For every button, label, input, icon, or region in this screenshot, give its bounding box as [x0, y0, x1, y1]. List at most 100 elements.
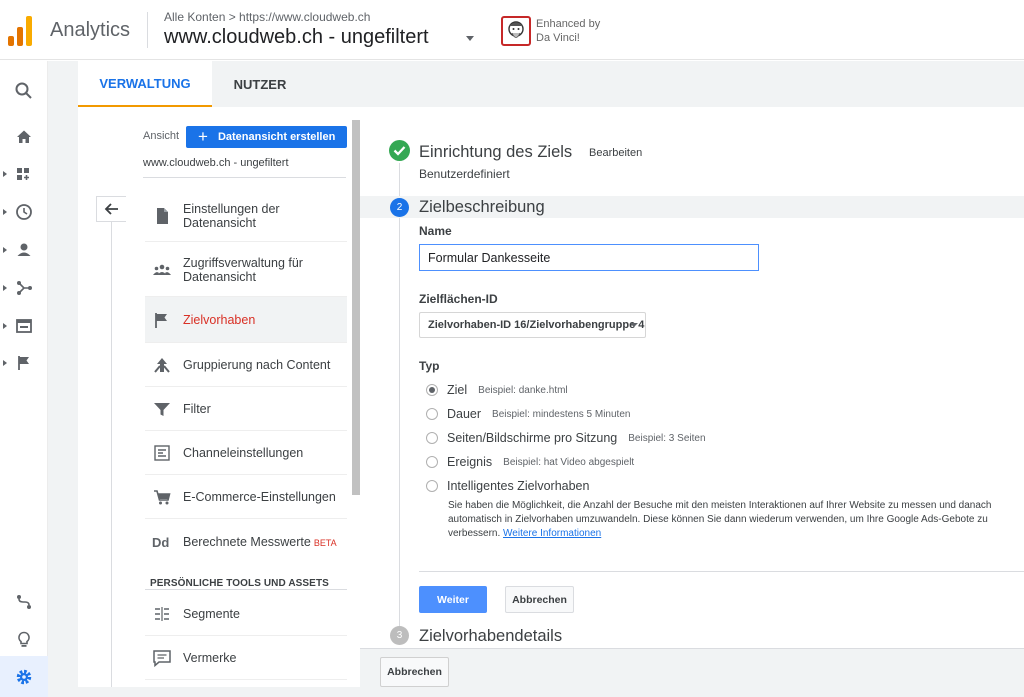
cart-icon: [152, 487, 172, 507]
cancel-button[interactable]: Abbrechen: [505, 586, 574, 613]
expand-caret-icon[interactable]: [3, 323, 7, 329]
caret-down-icon[interactable]: [630, 323, 638, 327]
radio-button[interactable]: [426, 480, 438, 492]
check-circle-icon: [389, 140, 410, 161]
route-icon[interactable]: [13, 591, 35, 613]
radio-button[interactable]: [426, 432, 438, 444]
radio-hint: Beispiel: mindestens 5 Minuten: [492, 408, 631, 420]
menu-item-label: Gruppierung nach Content: [183, 357, 331, 372]
menu-item-segments[interactable]: Segmente: [145, 592, 347, 636]
grouping-icon: [152, 355, 172, 375]
app-name[interactable]: Analytics: [50, 19, 130, 42]
radio-hint: Beispiel: hat Video abgespielt: [503, 456, 635, 468]
bottom-cancel-button[interactable]: Abbrechen: [380, 657, 449, 687]
radio-button[interactable]: [426, 384, 438, 396]
lightbulb-icon[interactable]: [13, 629, 35, 651]
goal-setup-panel: [360, 107, 1024, 648]
goal-id-label: Zielflächen-ID: [419, 292, 498, 306]
radio-label: Ziel: [447, 383, 468, 397]
continue-button[interactable]: Weiter: [419, 586, 487, 613]
menu-item-label-line-2: Datenansicht: [183, 215, 256, 230]
flag-icon[interactable]: [13, 352, 35, 374]
expand-caret-icon[interactable]: [3, 360, 7, 366]
radio-option-smart-goal[interactable]: Intelligentes Zielvorhaben: [426, 477, 589, 495]
menu-item-label: Filter: [183, 401, 211, 416]
section-divider: [145, 589, 347, 590]
gear-icon[interactable]: [13, 666, 35, 688]
menu-item-label-text: Berechnete Messwerte: [183, 534, 311, 549]
steps-connector-line: [399, 163, 400, 635]
expand-caret-icon[interactable]: [3, 209, 7, 215]
menu-item-label-line-1: Zugriffsverwaltung für: [183, 255, 303, 270]
behavior-icon[interactable]: [13, 315, 35, 337]
menu-item-label: E-Commerce-Einstellungen: [183, 489, 336, 504]
radio-label: Intelligentes Zielvorhaben: [447, 479, 590, 493]
step-goal-setup-value: Benutzerdefiniert: [419, 167, 510, 181]
menu-item-label: Channeleinstellungen: [183, 445, 304, 460]
beta-badge: BETA: [313, 537, 337, 548]
people-icon: [152, 260, 172, 280]
step-goal-setup-edit-link[interactable]: Bearbeiten: [589, 147, 642, 159]
plus-icon: +: [198, 127, 208, 146]
menu-item-ecommerce-settings[interactable]: E-Commerce-Einstellungen: [145, 475, 347, 519]
menu-item-label: Segmente: [183, 606, 240, 621]
menu-item-label: Zugriffsverwaltung für Datenansicht: [183, 256, 303, 284]
radio-option-pages-per-session[interactable]: Seiten/Bildschirme pro Sitzung Beispiel:…: [426, 429, 706, 447]
goal-id-select-value: Zielvorhaben-ID 16/Zielvorhabengruppe 4: [428, 319, 645, 331]
customization-icon[interactable]: [13, 163, 35, 185]
menu-item-label: Berechnete Messwerte BETA: [183, 535, 337, 550]
analytics-logo-icon[interactable]: [8, 16, 32, 46]
bottom-action-bar: [360, 648, 1024, 697]
radio-option-duration[interactable]: Dauer Beispiel: mindestens 5 Minuten: [426, 405, 630, 423]
section-title-personal-tools: PERSÖNLICHE TOOLS UND ASSETS: [150, 578, 329, 589]
menu-item-channel-settings[interactable]: Channeleinstellungen: [145, 431, 347, 475]
menu-item-filter[interactable]: Filter: [145, 387, 347, 431]
back-arrow-icon[interactable]: [96, 196, 126, 222]
menu-item-content-grouping[interactable]: Gruppierung nach Content: [145, 343, 347, 387]
property-selector[interactable]: www.cloudweb.ch - ungefiltert: [164, 26, 429, 49]
caret-down-icon[interactable]: [466, 36, 474, 41]
radio-button[interactable]: [426, 456, 438, 468]
davinci-extension-label: Enhanced by Da Vinci!: [536, 17, 600, 45]
expand-caret-icon[interactable]: [3, 247, 7, 253]
radio-option-event[interactable]: Ereignis Beispiel: hat Video abgespielt: [426, 453, 634, 471]
search-icon[interactable]: [13, 80, 35, 102]
tab-admin[interactable]: VERWALTUNG: [78, 61, 212, 107]
menu-item-calculated-metrics[interactable]: Dd Berechnete Messwerte BETA: [145, 519, 347, 565]
menu-item-label-line-2: Datenansicht: [183, 269, 256, 284]
channel-icon: [152, 443, 172, 463]
scrollbar[interactable]: [352, 120, 360, 495]
clock-icon[interactable]: [13, 201, 35, 223]
goal-id-select[interactable]: Zielvorhaben-ID 16/Zielvorhabengruppe 4: [419, 312, 646, 338]
smart-goal-description: Sie haben die Möglichkeit, die Anzahl de…: [448, 499, 1013, 541]
davinci-extension-icon[interactable]: [501, 16, 531, 46]
menu-item-label: Vermerke: [183, 650, 237, 665]
radio-hint: Beispiel: 3 Seiten: [628, 432, 706, 444]
header-divider: [147, 12, 148, 48]
menu-item-goals[interactable]: Zielvorhaben: [145, 297, 347, 343]
menu-item-view-settings[interactable]: Einstellungen der Datenansicht: [145, 190, 347, 242]
annotation-icon: [152, 648, 172, 668]
radio-button[interactable]: [426, 408, 438, 420]
view-selector[interactable]: www.cloudweb.ch - ungefiltert: [143, 157, 289, 169]
step-number-badge: 3: [390, 626, 409, 645]
breadcrumb[interactable]: Alle Konten > https://www.cloudweb.ch: [164, 10, 370, 24]
menu-item-annotations[interactable]: Vermerke: [145, 636, 347, 680]
learn-more-link[interactable]: Weitere Informationen: [503, 528, 601, 539]
expand-caret-icon[interactable]: [3, 285, 7, 291]
acquisition-icon[interactable]: [13, 277, 35, 299]
tab-user[interactable]: NUTZER: [214, 61, 306, 107]
menu-item-label-line-1: Einstellungen der: [183, 201, 280, 216]
create-view-label: Datenansicht erstellen: [217, 131, 336, 143]
create-view-button[interactable]: + Datenansicht erstellen: [186, 126, 347, 148]
step-description-title: Zielbeschreibung: [419, 198, 545, 216]
menu-item-label: Einstellungen der Datenansicht: [183, 202, 280, 230]
document-icon: [152, 206, 172, 226]
person-icon[interactable]: [13, 239, 35, 261]
goal-name-input[interactable]: [419, 244, 759, 271]
home-icon[interactable]: [13, 126, 35, 148]
radio-option-destination[interactable]: Ziel Beispiel: danke.html: [426, 381, 568, 399]
expand-caret-icon[interactable]: [3, 171, 7, 177]
menu-item-view-access[interactable]: Zugriffsverwaltung für Datenansicht: [145, 243, 347, 297]
view-selector-underline: [143, 177, 346, 178]
